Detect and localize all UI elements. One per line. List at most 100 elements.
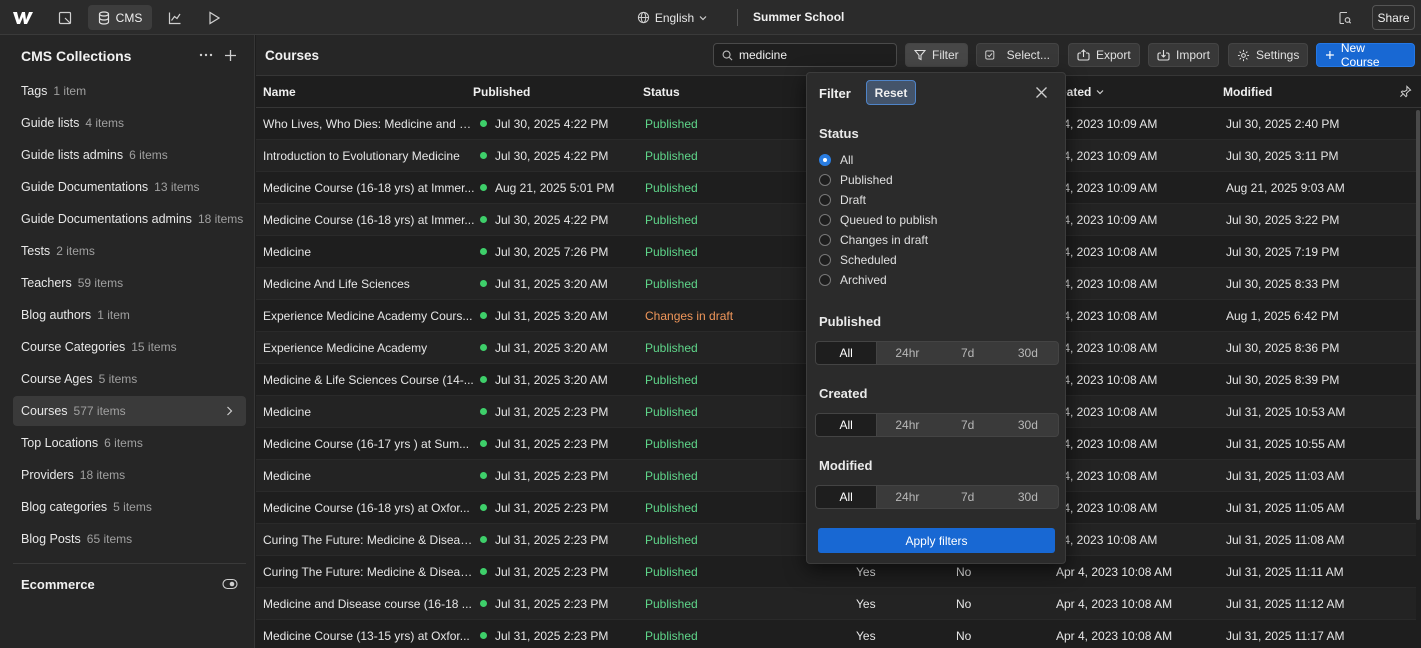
published-status-dot <box>480 184 487 191</box>
sidebar-item-count: 2 items <box>56 244 95 258</box>
column-name[interactable]: Name <box>263 85 296 99</box>
play-icon <box>209 10 220 25</box>
published-status-dot <box>480 312 487 319</box>
range-option[interactable]: 30d <box>998 486 1058 508</box>
row-name: Who Lives, Who Dies: Medicine and S... <box>263 117 475 131</box>
sidebar-item[interactable]: Blog categories 5 items <box>13 492 246 522</box>
status-option[interactable]: Queued to publish <box>819 211 937 229</box>
analytics-button[interactable] <box>162 5 188 30</box>
column-modified[interactable]: Modified <box>1223 85 1272 99</box>
search-box[interactable]: medicine <box>713 43 897 67</box>
status-option[interactable]: Scheduled <box>819 251 897 269</box>
sidebar-item-count: 6 items <box>129 148 168 162</box>
range-option[interactable]: All <box>816 342 878 364</box>
status-option[interactable]: Archived <box>819 271 887 289</box>
sidebar-item[interactable]: Guide lists 4 items <box>13 108 246 138</box>
sidebar-item[interactable]: Providers 18 items <box>13 460 246 490</box>
sidebar-item[interactable]: Tests 2 items <box>13 236 246 266</box>
close-button[interactable] <box>1035 86 1049 100</box>
sidebar-item[interactable]: Top Locations 6 items <box>13 428 246 458</box>
row-name: Medicine and Disease course (16-18 ... <box>263 597 472 611</box>
ecommerce-label: Ecommerce <box>21 577 95 592</box>
sidebar-item-count: 13 items <box>154 180 200 194</box>
sidebar-item[interactable]: Guide Documentations admins 18 items <box>13 204 246 234</box>
more-options-button[interactable] <box>198 47 214 63</box>
preview-button[interactable] <box>201 5 227 30</box>
range-option[interactable]: 24hr <box>877 342 937 364</box>
apply-filters-button[interactable]: Apply filters <box>818 528 1055 553</box>
range-option[interactable]: 30d <box>998 414 1058 436</box>
plus-icon <box>1325 51 1334 59</box>
sidebar-item[interactable]: Teachers 59 items <box>13 268 246 298</box>
row-published: Jul 31, 2025 2:23 PM <box>495 469 609 483</box>
export-button[interactable]: Export <box>1068 43 1140 67</box>
filter-button[interactable]: Filter <box>905 43 968 67</box>
range-option[interactable]: 30d <box>998 342 1058 364</box>
row-name: Experience Medicine Academy <box>263 341 428 355</box>
share-label: Share <box>1377 10 1410 25</box>
sidebar-item-label: Course Ages <box>21 372 93 386</box>
range-option[interactable]: 7d <box>938 342 998 364</box>
add-collection-button[interactable] <box>222 47 238 63</box>
range-option[interactable]: 24hr <box>877 414 937 436</box>
close-icon <box>1036 87 1047 98</box>
status-option[interactable]: Draft <box>819 191 866 209</box>
webflow-logo[interactable] <box>10 5 36 30</box>
row-modified: Jul 30, 2025 2:40 PM <box>1226 117 1340 131</box>
sidebar-item[interactable]: Course Categories 15 items <box>13 332 246 362</box>
cms-button[interactable]: CMS <box>88 5 152 30</box>
select-button[interactable]: Select... <box>976 43 1059 67</box>
sidebar-item[interactable]: Course Ages 5 items <box>13 364 246 394</box>
ecommerce-toggle[interactable] <box>222 577 238 591</box>
search-input[interactable]: medicine <box>739 48 787 62</box>
created-range: All 24hr 7d 30d <box>815 413 1059 437</box>
row-created: r 4, 2023 10:08 AM <box>1056 245 1158 259</box>
column-status[interactable]: Status <box>643 85 680 99</box>
row-created: Apr 4, 2023 10:08 AM <box>1056 565 1173 579</box>
row-status: Published <box>645 437 698 451</box>
reset-label: Reset <box>874 85 908 100</box>
column-published[interactable]: Published <box>473 85 530 99</box>
range-option[interactable]: 7d <box>938 486 998 508</box>
table-scrollbar[interactable] <box>1416 110 1420 520</box>
range-option[interactable]: All <box>816 414 878 436</box>
import-icon <box>1157 50 1170 61</box>
sidebar-item[interactable]: Blog authors 1 item <box>13 300 246 330</box>
sidebar-item-label: Blog categories <box>21 500 108 514</box>
range-option[interactable]: All <box>816 486 878 508</box>
range-option[interactable]: 7d <box>938 414 998 436</box>
chevron-right-icon <box>227 406 233 416</box>
pages-button[interactable] <box>52 5 78 30</box>
sidebar-title: CMS Collections <box>21 48 132 64</box>
status-section-title: Status <box>819 126 859 141</box>
table-row[interactable]: Medicine Course (13-15 yrs) at Oxfor... J… <box>256 620 1416 648</box>
chevron-down-icon <box>1096 90 1104 95</box>
language-selector[interactable]: English <box>630 5 714 30</box>
row-field-1: Yes <box>856 629 876 643</box>
sidebar-item[interactable]: Guide lists admins 6 items <box>13 140 246 170</box>
status-option[interactable]: All <box>819 151 853 169</box>
share-button[interactable]: Share <box>1372 5 1415 30</box>
status-option[interactable]: Published <box>819 171 893 189</box>
column-created[interactable]: eated <box>1060 85 1104 99</box>
row-created: r 4, 2023 10:09 AM <box>1056 213 1158 227</box>
row-field-1: Yes <box>856 597 876 611</box>
sidebar-item[interactable]: Tags 1 item <box>13 76 246 106</box>
table-row[interactable]: Medicine and Disease course (16-18 ... Ju… <box>256 588 1416 620</box>
row-status: Published <box>645 181 698 195</box>
sidebar-item[interactable]: Blog Posts 65 items <box>13 524 246 554</box>
reset-button[interactable]: Reset <box>866 80 916 105</box>
settings-button[interactable]: Settings <box>1228 43 1309 67</box>
sidebar-item[interactable]: Courses 577 items <box>13 396 246 426</box>
new-course-button[interactable]: New Course <box>1316 41 1415 69</box>
import-button[interactable]: Import <box>1148 43 1220 67</box>
audit-button[interactable] <box>1333 5 1357 30</box>
more-horizontal-icon <box>199 53 213 57</box>
status-option[interactable]: Changes in draft <box>819 231 928 249</box>
pin-column-button[interactable] <box>1399 85 1413 99</box>
range-option[interactable]: 24hr <box>877 486 937 508</box>
row-name: Medicine And Life Sciences <box>263 277 410 291</box>
row-field-1: Yes <box>856 565 876 579</box>
filter-icon <box>914 49 926 61</box>
sidebar-item[interactable]: Guide Documentations 13 items <box>13 172 246 202</box>
